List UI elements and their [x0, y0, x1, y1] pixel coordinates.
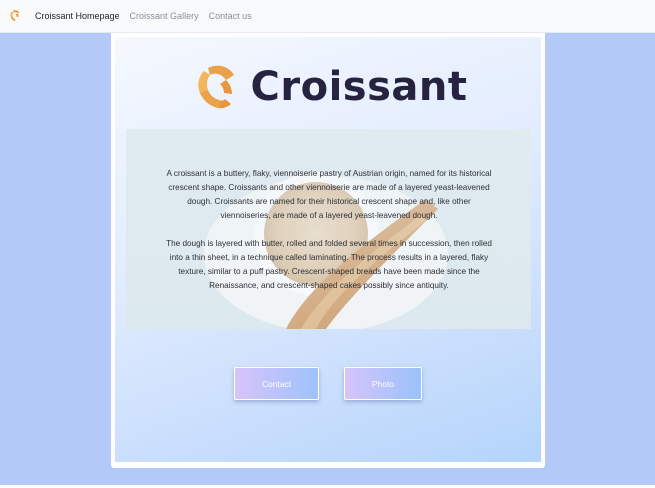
- croissant-icon: [197, 65, 234, 109]
- photo-button[interactable]: Photo: [344, 367, 422, 400]
- card-inner: Croissant A croissant is a buttery, flak…: [115, 37, 541, 462]
- photo-panel: A croissant is a buttery, flaky, viennoi…: [126, 129, 531, 329]
- description-paragraph-2: The dough is layered with butter, rolled…: [166, 239, 492, 290]
- page-title: Croissant: [250, 64, 468, 110]
- description: A croissant is a buttery, flaky, viennoi…: [164, 167, 494, 307]
- navbar: Croissant Homepage Croissant Gallery Con…: [0, 0, 655, 33]
- nav-link-gallery[interactable]: Croissant Gallery: [130, 11, 199, 21]
- hero: Croissant: [115, 63, 541, 111]
- main-card: Croissant A croissant is a buttery, flak…: [111, 33, 545, 468]
- croissant-icon[interactable]: [7, 9, 21, 23]
- nav-link-homepage[interactable]: Croissant Homepage: [35, 11, 120, 21]
- contact-button[interactable]: Contact: [234, 367, 319, 400]
- nav-link-contact[interactable]: Contact us: [209, 11, 252, 21]
- description-paragraph-1: A croissant is a buttery, flaky, viennoi…: [166, 169, 492, 220]
